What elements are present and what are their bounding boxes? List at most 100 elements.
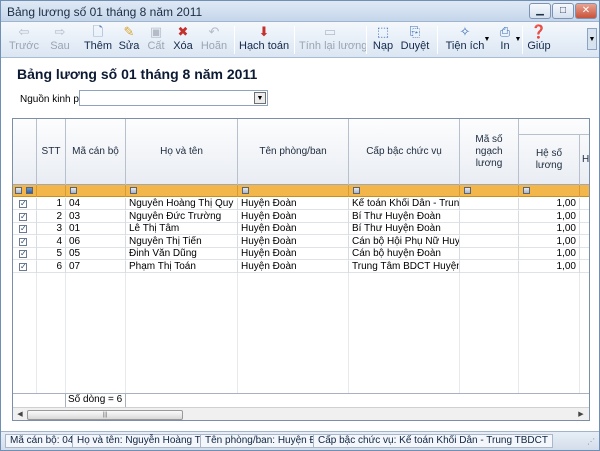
recalc-button[interactable]: ▭ Tính lại lương: [299, 24, 367, 56]
table-cell-ma[interactable]: 03: [66, 210, 126, 223]
table-cell-empty[interactable]: [580, 236, 589, 248]
next-button[interactable]: ⇨ Sau: [46, 24, 74, 56]
row-checkbox-cell[interactable]: ✓: [13, 198, 37, 210]
row-checkbox-cell[interactable]: ✓: [13, 260, 37, 273]
resize-grip-icon[interactable]: ⋰: [587, 437, 595, 446]
table-cell-heso[interactable]: 1,00: [519, 210, 580, 223]
col-header-ma-can-bo[interactable]: Mã cán bộ: [66, 119, 126, 185]
filter-cell-capbac[interactable]: [349, 185, 460, 197]
save-button[interactable]: ▣ Cất: [145, 24, 167, 56]
table-cell-phong[interactable]: Huyện Đoàn: [238, 260, 349, 273]
chevron-down-icon[interactable]: ▼: [254, 92, 266, 104]
table-cell-ten[interactable]: Đinh Văn Dũng: [126, 248, 238, 260]
table-cell-ten[interactable]: Nguyễn Đức Trường: [126, 210, 238, 223]
row-checkbox-cell[interactable]: ✓: [13, 223, 37, 235]
table-cell-capbac[interactable]: Cán bộ huyện Đoàn: [349, 248, 460, 260]
table-cell-heso[interactable]: 1,00: [519, 235, 580, 248]
table-cell-stt[interactable]: 5: [37, 248, 66, 260]
table-cell-phong[interactable]: Huyện Đoàn: [238, 198, 349, 210]
toolbar-overflow-icon[interactable]: ▼: [587, 28, 597, 50]
edit-button[interactable]: ✎ Sửa: [117, 24, 141, 56]
col-header-check[interactable]: [13, 119, 37, 185]
scroll-right-icon[interactable]: ▶: [575, 409, 587, 420]
row-checkbox-cell[interactable]: ✓: [13, 248, 37, 260]
close-icon[interactable]: ✕: [575, 3, 597, 19]
table-cell-ngach[interactable]: [460, 210, 519, 223]
table-cell-ten[interactable]: Nguyễn Thị Tiến: [126, 235, 238, 248]
table-cell-stt[interactable]: 6: [37, 260, 66, 273]
table-cell-ma[interactable]: 05: [66, 248, 126, 260]
col-header-phong-ban[interactable]: Tên phòng/ban: [238, 119, 349, 185]
row-checkbox[interactable]: ✓: [19, 225, 27, 233]
utilities-button[interactable]: ✧ Tiện ích: [442, 24, 488, 56]
table-cell-capbac[interactable]: Cán bộ Hội Phụ Nữ Huyện...: [349, 235, 460, 248]
col-header-cap-bac[interactable]: Cấp bậc chức vụ: [349, 119, 460, 185]
minimize-icon[interactable]: ▁: [529, 3, 551, 19]
col-header-ho-ten[interactable]: Họ và tên: [126, 119, 238, 185]
undo-button[interactable]: ↶ Hoãn: [199, 24, 229, 56]
funding-source-select[interactable]: ▼: [79, 90, 268, 106]
row-checkbox[interactable]: ✓: [19, 200, 27, 208]
maximize-icon[interactable]: □: [552, 3, 574, 19]
table-cell-capbac[interactable]: Kế toán Khối Dân - Trung...: [349, 198, 460, 210]
table-cell-stt[interactable]: 3: [37, 223, 66, 235]
filter-cell-phong[interactable]: [238, 185, 349, 197]
table-cell-ngach[interactable]: [460, 223, 519, 235]
table-cell-heso[interactable]: 1,00: [519, 260, 580, 273]
table-cell-capbac[interactable]: Bí Thư Huyện Đoàn: [349, 223, 460, 235]
table-cell-ten[interactable]: Nguyễn Hoàng Thị Quy: [126, 198, 238, 210]
table-cell-empty[interactable]: [580, 223, 589, 235]
back-button[interactable]: ⇦ Trước: [7, 24, 41, 56]
table-cell-ma[interactable]: 01: [66, 223, 126, 235]
filter-cell-stt[interactable]: [37, 185, 66, 197]
help-button[interactable]: ❓ Giúp: [526, 24, 552, 56]
table-cell-stt[interactable]: 2: [37, 210, 66, 223]
col-header-stt[interactable]: STT: [37, 119, 66, 185]
horizontal-scrollbar[interactable]: ◀ ||| ▶: [13, 407, 589, 420]
delete-button[interactable]: ✖ Xóa: [171, 24, 195, 56]
table-cell-ngach[interactable]: [460, 260, 519, 273]
row-checkbox[interactable]: ✓: [19, 250, 27, 258]
table-row[interactable]: ✓ 2 03 Nguyễn Đức Trường Huyện Đoàn Bí Thư Hu…: [13, 210, 589, 223]
table-row[interactable]: ✓ 5 05 Đinh Văn Dũng Huyện Đoàn Cán bộ huyện …: [13, 248, 589, 260]
row-checkbox-cell[interactable]: ✓: [13, 235, 37, 248]
posting-button[interactable]: ⬇ Hạch toán: [239, 24, 289, 56]
row-checkbox[interactable]: ✓: [19, 262, 27, 271]
col-header-he-so[interactable]: Hệ số lương: [519, 135, 580, 185]
row-checkbox-cell[interactable]: ✓: [13, 210, 37, 223]
table-cell-phong[interactable]: Huyện Đoàn: [238, 235, 349, 248]
row-checkbox[interactable]: ✓: [19, 212, 27, 221]
utilities-dropdown-icon[interactable]: ▼: [483, 36, 491, 44]
filter-cell-ma[interactable]: [66, 185, 126, 197]
filter-cell-ngach[interactable]: [460, 185, 519, 197]
load-button[interactable]: ⬚ Nạp: [371, 24, 395, 56]
table-cell-ten[interactable]: Lê Thị Tâm: [126, 223, 238, 235]
table-cell-ma[interactable]: 06: [66, 235, 126, 248]
add-button[interactable]: 🗋 Thêm: [83, 24, 113, 56]
table-cell-heso[interactable]: 1,00: [519, 223, 580, 235]
table-cell-stt[interactable]: 4: [37, 235, 66, 248]
table-cell-phong[interactable]: Huyện Đoàn: [238, 223, 349, 235]
table-cell-empty[interactable]: [580, 248, 589, 260]
table-cell-empty[interactable]: [580, 211, 589, 223]
table-cell-phong[interactable]: Huyện Đoàn: [238, 248, 349, 260]
table-row[interactable]: ✓ 1 04 Nguyễn Hoàng Thị Quy Huyện Đoàn Kế toá…: [13, 198, 589, 210]
scrollbar-thumb[interactable]: |||: [27, 410, 183, 420]
col-header-ma-ngach[interactable]: Mã số ngạch lương: [460, 119, 519, 185]
table-cell-empty[interactable]: [580, 198, 589, 210]
table-cell-ten[interactable]: Phạm Thị Toán: [126, 260, 238, 273]
filter-cell-heso[interactable]: [519, 185, 580, 197]
table-cell-ngach[interactable]: [460, 235, 519, 248]
table-row[interactable]: ✓ 3 01 Lê Thị Tâm Huyện Đoàn Bí Thư Huyện Đoà…: [13, 223, 589, 235]
row-checkbox[interactable]: ✓: [19, 237, 27, 246]
table-cell-capbac[interactable]: Bí Thư Huyện Đoàn: [349, 210, 460, 223]
table-cell-empty[interactable]: [580, 261, 589, 273]
table-cell-phong[interactable]: Huyện Đoàn: [238, 210, 349, 223]
filter-cell-ten[interactable]: [126, 185, 238, 197]
table-row[interactable]: ✓ 6 07 Phạm Thị Toán Huyện Đoàn Trung Tâm BDC…: [13, 260, 589, 273]
approve-button[interactable]: ⎘ Duyệt: [399, 24, 431, 56]
table-row[interactable]: ✓ 4 06 Nguyễn Thị Tiến Huyện Đoàn Cán bộ Hội …: [13, 235, 589, 248]
table-cell-ngach[interactable]: [460, 198, 519, 210]
filter-cell-next[interactable]: [580, 185, 589, 197]
table-cell-stt[interactable]: 1: [37, 198, 66, 210]
